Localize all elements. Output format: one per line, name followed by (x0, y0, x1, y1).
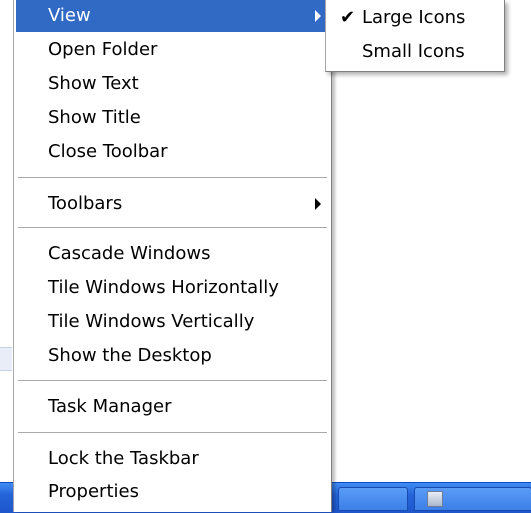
menu-item-tile-vertically[interactable]: Tile Windows Vertically (16, 306, 329, 338)
submenu-item-small-icons[interactable]: Small Icons (328, 36, 502, 68)
window-icon (427, 491, 443, 507)
menu-item-toolbars[interactable]: Toolbars (16, 188, 329, 220)
background-window-row (0, 347, 12, 371)
menu-item-view[interactable]: View (16, 0, 329, 32)
menu-item-show-title[interactable]: Show Title (16, 102, 329, 134)
taskbar-button[interactable] (414, 487, 531, 511)
taskbar-button[interactable] (338, 487, 408, 511)
menu-separator (18, 227, 327, 229)
menu-item-label: Tile Windows Vertically (48, 311, 255, 332)
background-window (0, 0, 12, 482)
menu-item-open-folder[interactable]: Open Folder (16, 34, 329, 66)
menu-item-label: Properties (48, 481, 139, 502)
submenu-item-large-icons[interactable]: ✔ Large Icons (328, 2, 502, 34)
menu-item-tile-horizontally[interactable]: Tile Windows Horizontally (16, 272, 329, 304)
menu-item-close-toolbar[interactable]: Close Toolbar (16, 136, 329, 168)
menu-item-label: Lock the Taskbar (48, 448, 199, 469)
menu-item-label: Show Text (48, 73, 139, 94)
menu-item-task-manager[interactable]: Task Manager (16, 391, 329, 423)
menu-separator (18, 380, 327, 382)
menu-item-show-text[interactable]: Show Text (16, 68, 329, 100)
checkmark-icon: ✔ (340, 7, 356, 28)
menu-item-label: Close Toolbar (48, 141, 168, 162)
menu-item-label: Show Title (48, 107, 141, 128)
submenu-arrow-icon (315, 10, 321, 22)
submenu-arrow-icon (315, 198, 321, 210)
menu-item-label: Tile Windows Horizontally (48, 277, 279, 298)
menu-item-label: Open Folder (48, 39, 158, 60)
view-submenu: ✔ Large Icons Small Icons (325, 0, 505, 72)
submenu-item-label: Large Icons (362, 7, 466, 28)
menu-item-label: View (48, 5, 91, 26)
menu-separator (18, 432, 327, 434)
menu-item-label: Cascade Windows (48, 243, 211, 264)
submenu-item-label: Small Icons (362, 41, 465, 62)
menu-separator (18, 177, 327, 179)
menu-item-show-desktop[interactable]: Show the Desktop (16, 340, 329, 372)
menu-item-cascade-windows[interactable]: Cascade Windows (16, 238, 329, 270)
menu-item-label: Task Manager (48, 396, 172, 417)
menu-item-lock-taskbar[interactable]: Lock the Taskbar (16, 443, 329, 475)
menu-item-label: Toolbars (48, 193, 123, 214)
taskbar-context-menu: View Open Folder Show Text Show Title Cl… (13, 0, 332, 512)
menu-item-label: Show the Desktop (48, 345, 212, 366)
menu-item-properties[interactable]: Properties (16, 476, 329, 508)
